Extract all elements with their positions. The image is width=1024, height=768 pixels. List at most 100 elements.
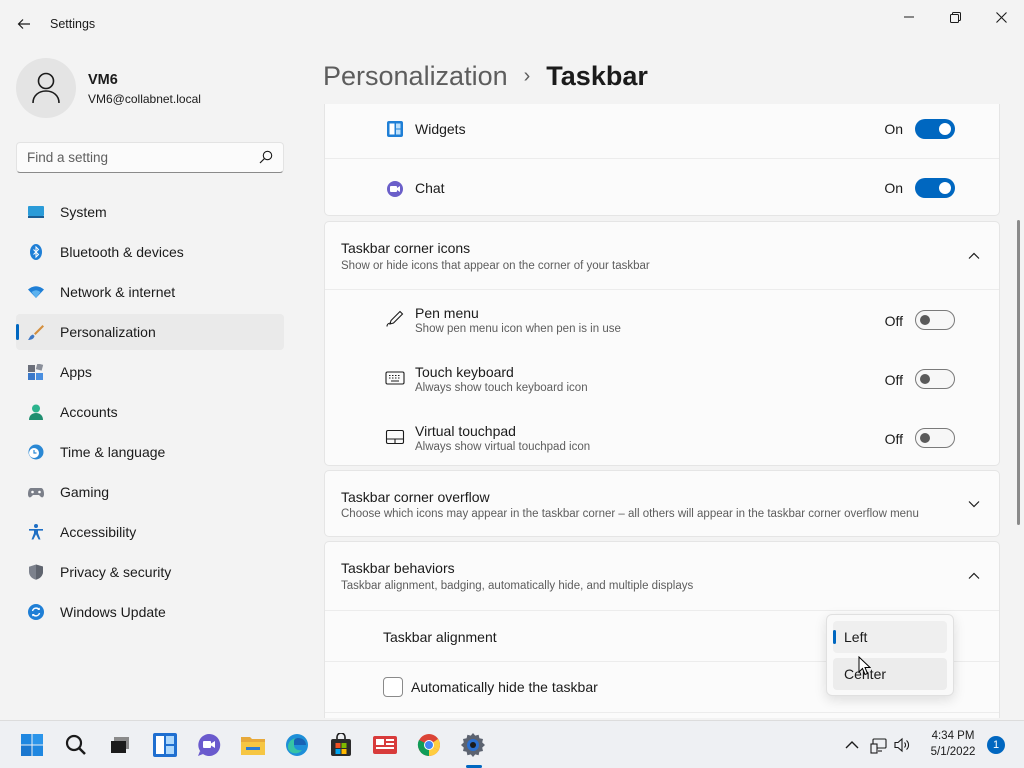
touch-keyboard-subtitle: Always show touch keyboard icon	[415, 382, 588, 394]
page-title: Taskbar	[546, 60, 648, 91]
autohide-checkbox[interactable]	[383, 677, 403, 697]
sidebar-item-network-internet[interactable]: Network & internet	[16, 274, 284, 310]
close-button[interactable]	[978, 4, 1024, 30]
store-icon	[331, 733, 351, 756]
sidebar-item-label: Time & language	[60, 444, 166, 460]
chrome-browser-icon	[417, 734, 440, 756]
dropdown-option-center[interactable]: Center	[833, 658, 947, 690]
sidebar-item-label: Gaming	[60, 484, 110, 500]
chat-button[interactable]	[195, 731, 223, 759]
task-view-button[interactable]	[106, 731, 134, 759]
widgets-button[interactable]	[151, 731, 179, 759]
accessibility-icon	[29, 524, 43, 540]
user-profile[interactable]: VM6 VM6@collabnet.local	[16, 58, 286, 118]
update-icon	[28, 604, 44, 620]
chevron-up-icon[interactable]	[843, 736, 861, 754]
scrollbar[interactable]	[1017, 220, 1020, 525]
virtual-touchpad-label: Virtual touchpad	[415, 423, 516, 439]
sidebar-item-label: Bluetooth & devices	[60, 244, 184, 260]
chat-row: Chat On	[325, 159, 999, 217]
touchpad-icon	[385, 429, 405, 445]
start-button[interactable]	[18, 731, 46, 759]
store-button[interactable]	[327, 731, 355, 759]
touch-keyboard-toggle[interactable]	[915, 369, 955, 389]
search-input[interactable]: Find a setting	[16, 142, 284, 173]
chat-toggle[interactable]	[915, 178, 955, 198]
dropdown-option-left[interactable]: Left	[833, 621, 947, 653]
accounts-icon	[29, 404, 43, 420]
sidebar-item-label: System	[60, 204, 107, 220]
option-label: Left	[844, 629, 868, 645]
widgets-icon	[153, 733, 177, 757]
widgets-toggle[interactable]	[915, 119, 955, 139]
pen-menu-row: Pen menu Show pen menu icon when pen is …	[325, 290, 999, 349]
user-name: VM6	[88, 72, 118, 88]
corner-icons-header[interactable]: Taskbar corner icons Show or hide icons …	[325, 222, 999, 289]
notification-badge[interactable]: 1	[987, 736, 1005, 754]
file-explorer-button[interactable]	[239, 731, 267, 759]
chrome-button[interactable]	[415, 731, 443, 759]
sidebar-item-system[interactable]: System	[16, 194, 284, 230]
keyboard-icon	[385, 371, 405, 385]
sidebar-item-gaming[interactable]: Gaming	[16, 474, 284, 510]
clock-date[interactable]: 5/1/2022	[918, 746, 988, 758]
sidebar-item-label: Windows Update	[60, 604, 166, 620]
edge-button[interactable]	[283, 731, 311, 759]
gear-icon	[461, 733, 485, 757]
sidebar-item-label: Privacy & security	[60, 564, 172, 580]
virtual-touchpad-subtitle: Always show virtual touchpad icon	[415, 441, 591, 453]
chevron-up-icon	[968, 572, 980, 579]
breadcrumb-parent[interactable]: Personalization	[323, 61, 508, 92]
taskbar-search-button[interactable]	[62, 731, 90, 759]
chat-icon	[198, 733, 221, 756]
bluetooth-icon	[30, 244, 42, 260]
person-icon	[32, 72, 60, 104]
restore-button[interactable]	[932, 4, 978, 30]
minimize-button[interactable]	[886, 4, 932, 30]
sidebar-item-bluetooth-devices[interactable]: Bluetooth & devices	[16, 234, 284, 270]
behaviors-header[interactable]: Taskbar behaviors Taskbar alignment, bad…	[325, 542, 999, 610]
corner-overflow-card[interactable]: Taskbar corner overflow Choose which ico…	[324, 470, 1000, 537]
sidebar-item-label: Accessibility	[60, 524, 137, 540]
chevron-down-icon	[968, 501, 980, 508]
system-icon	[28, 206, 44, 218]
settings-app-button[interactable]	[459, 731, 487, 759]
app-title: Settings	[50, 17, 96, 31]
news-app-button[interactable]	[371, 731, 399, 759]
sidebar-item-accessibility[interactable]: Accessibility	[16, 514, 284, 550]
widgets-state: On	[884, 121, 903, 137]
sidebar-item-accounts[interactable]: Accounts	[16, 394, 284, 430]
virtual-touchpad-row: Virtual touchpad Always show virtual tou…	[325, 408, 999, 467]
sidebar-item-privacy-security[interactable]: Privacy & security	[16, 554, 284, 590]
sidebar-item-label: Apps	[60, 364, 92, 380]
breadcrumb: Personalization › Taskbar	[323, 58, 648, 94]
clock-time[interactable]: 4:34 PM	[918, 730, 988, 742]
network-icon[interactable]	[870, 736, 888, 754]
sidebar-item-windows-update[interactable]: Windows Update	[16, 594, 284, 630]
widgets-icon	[387, 121, 403, 137]
pen-menu-subtitle: Show pen menu icon when pen is in use	[415, 323, 621, 335]
minimize-icon	[904, 16, 914, 18]
wifi-icon	[28, 286, 44, 298]
windows-taskbar: 4:34 PM 5/1/2022 1	[0, 720, 1024, 768]
widgets-row: Widgets On	[325, 104, 999, 158]
autohide-label[interactable]: Automatically hide the taskbar	[411, 679, 598, 695]
virtual-touchpad-toggle[interactable]	[915, 428, 955, 448]
taskbar-items-card: Widgets On Chat On	[324, 104, 1000, 216]
sidebar-item-time-language[interactable]: Time & language	[16, 434, 284, 470]
volume-icon[interactable]	[893, 736, 911, 754]
search-placeholder: Find a setting	[27, 150, 109, 165]
mouse-cursor-icon	[858, 656, 871, 676]
sidebar-item-apps[interactable]: Apps	[16, 354, 284, 390]
pen-menu-toggle[interactable]	[915, 310, 955, 330]
breadcrumb-separator: ›	[523, 64, 531, 87]
corner-icons-card: Taskbar corner icons Show or hide icons …	[324, 221, 1000, 466]
search-icon	[65, 734, 86, 755]
sidebar-item-label: Accounts	[60, 404, 118, 420]
brush-icon	[28, 325, 44, 340]
edge-browser-icon	[286, 734, 308, 756]
corner-icons-title: Taskbar corner icons	[341, 240, 471, 256]
corner-icons-subtitle: Show or hide icons that appear on the co…	[341, 260, 650, 272]
back-button[interactable]	[10, 10, 38, 38]
sidebar-item-personalization[interactable]: Personalization	[16, 314, 284, 350]
